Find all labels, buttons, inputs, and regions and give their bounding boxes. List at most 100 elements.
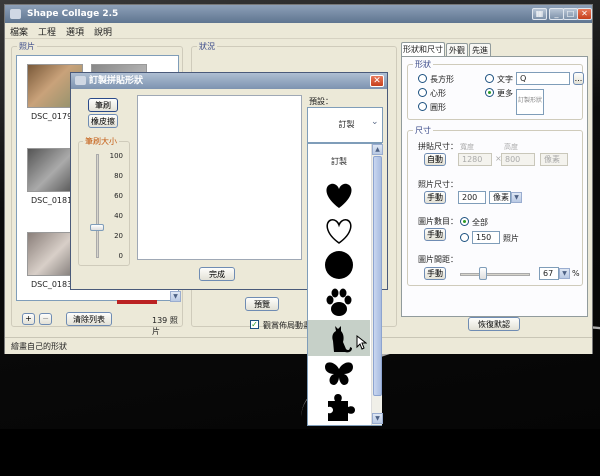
butterfly-shape[interactable] (322, 359, 356, 389)
circle-shape[interactable] (322, 250, 356, 280)
photo-thumbnail[interactable] (117, 300, 157, 304)
tab-appearance[interactable]: 外觀 (446, 43, 468, 57)
more-radio[interactable] (485, 88, 494, 97)
paw-shape[interactable] (322, 287, 356, 317)
spacing-unit: % (572, 269, 580, 278)
shape-label: 形狀 (413, 59, 433, 70)
more-label: 更多 (497, 89, 513, 98)
drawing-canvas[interactable] (137, 95, 302, 260)
shape-text-input[interactable]: Q (516, 72, 570, 85)
photo-size-label: 照片尺寸： (418, 180, 458, 189)
dropdown-scroll-up[interactable]: ▲ (372, 144, 383, 155)
text-radio[interactable] (485, 74, 494, 83)
spacing-slider-track (460, 273, 530, 276)
tab-advanced[interactable]: 先進 (469, 43, 491, 57)
dropdown-scroll-thumb[interactable] (373, 156, 382, 396)
photos-scroll-down[interactable]: ▼ (170, 291, 181, 302)
tick-label: 60 (114, 192, 123, 200)
photo-size-input[interactable]: 200 (458, 191, 486, 204)
menu-file[interactable]: 檔案 (5, 23, 33, 40)
menu-help[interactable]: 說明 (89, 23, 117, 40)
photo-count-input[interactable]: 150 (472, 231, 500, 244)
circle-radio[interactable] (418, 102, 427, 111)
collage-height-input[interactable]: 800 (501, 153, 535, 166)
minimize-button[interactable]: _ (549, 8, 564, 20)
spacing-slider-thumb[interactable] (478, 267, 487, 280)
status-label: 狀況 (197, 41, 217, 52)
menu-options[interactable]: 選項 (61, 23, 89, 40)
animate-label: 觀賞佈局動畫 (263, 321, 311, 330)
status-text: 繪畫自己的形狀 (11, 342, 67, 351)
photo-count-manual-button[interactable]: 手動 (424, 228, 446, 241)
dropdown-scrollbar[interactable]: ▲ ▼ (371, 144, 383, 425)
count-radio[interactable] (460, 233, 469, 242)
close-button[interactable]: ✕ (577, 8, 592, 20)
brush-size-track (96, 154, 99, 258)
tick-label: 100 (109, 152, 123, 160)
collage-size-label: 拼貼尺寸： (418, 142, 458, 151)
reset-defaults-button[interactable]: 恢復默認 (468, 317, 520, 331)
clear-list-button[interactable]: 清除列表 (66, 312, 112, 326)
puzzle-shape[interactable] (322, 392, 356, 422)
menu-bar: 檔案 工程 選項 說明 (5, 23, 592, 39)
photo-count-label: 圖片數目： (418, 217, 458, 226)
brush-button[interactable]: 筆刷 (88, 98, 118, 112)
photo-size-manual-button[interactable]: 手動 (424, 191, 446, 204)
collage-width-input[interactable]: 1280 (458, 153, 492, 166)
preview-button[interactable]: 預覽 (245, 297, 279, 311)
text-more-button[interactable]: ... (573, 72, 584, 85)
brush-size-group: 筆刷大小 100 80 60 40 20 0 (78, 136, 130, 266)
grid-icon[interactable]: ▦ (532, 8, 547, 20)
window-title: Shape Collage 2.5 (27, 9, 119, 19)
height-label: 高度 (504, 143, 518, 151)
dialog-title: 訂製拼貼形狀 (89, 76, 144, 86)
cat-shape[interactable] (322, 323, 356, 353)
done-button[interactable]: 完成 (199, 267, 235, 281)
preset-value: 訂製 (338, 120, 355, 129)
heart-shape[interactable] (322, 180, 356, 210)
heart-label: 心形 (430, 89, 446, 98)
spacing-dropdown-icon[interactable]: ▼ (559, 268, 570, 279)
spacing-manual-button[interactable]: 手動 (424, 267, 446, 280)
menu-project[interactable]: 工程 (33, 23, 61, 40)
spacing-input[interactable]: 67 (539, 267, 559, 280)
heart-radio[interactable] (418, 88, 427, 97)
dropdown-scroll-down[interactable]: ▼ (372, 413, 383, 424)
photos-label: 照片 (17, 41, 37, 52)
app-icon (10, 9, 21, 19)
preset-dropdown-list: 訂製 ▲ ▼ (307, 143, 383, 426)
photo-count: 139 照片 (152, 316, 178, 336)
brush-size-slider-thumb[interactable] (90, 224, 104, 231)
preset-label: 預設： (309, 97, 333, 106)
tick-label: 20 (114, 232, 123, 240)
spacing-label: 圖片間距： (418, 255, 458, 264)
heart-outline-shape[interactable] (322, 216, 356, 246)
dialog-close-button[interactable]: ✕ (370, 75, 384, 87)
tick-label: 80 (114, 172, 123, 180)
custom-shape-box[interactable]: 訂製形狀 (516, 89, 544, 115)
photo-unit-dropdown-icon[interactable]: ▼ (511, 192, 522, 203)
size-group: 尺寸 拼貼尺寸： 寬度 高度 自動 1280 × 800 像素 照片尺寸： 手動… (407, 125, 583, 286)
animate-checkbox[interactable]: ✓ (250, 320, 259, 329)
collage-unit-select[interactable]: 像素 (540, 153, 568, 166)
remove-photo-button[interactable]: − (39, 313, 52, 325)
eraser-button[interactable]: 橡皮擦 (88, 114, 118, 128)
add-photo-button[interactable]: + (22, 313, 35, 325)
brush-size-label: 筆刷大小 (83, 136, 119, 147)
status-bar: 繪畫自己的形狀 (5, 337, 592, 354)
collage-auto-button[interactable]: 自動 (424, 153, 446, 166)
photo-count-unit: 照片 (503, 234, 519, 243)
dropdown-item-custom[interactable]: 訂製 (308, 156, 370, 167)
rectangle-radio[interactable] (418, 74, 427, 83)
size-label: 尺寸 (413, 125, 433, 136)
text-label: 文字 (497, 75, 513, 84)
title-bar: Shape Collage 2.5 (5, 5, 592, 23)
photo-unit-select[interactable]: 像素 (489, 191, 511, 204)
tab-shape-size[interactable]: 形狀和尺寸 (401, 42, 445, 57)
tick-label: 40 (114, 212, 123, 220)
maximize-button[interactable]: □ (563, 8, 578, 20)
dialog-app-icon (75, 76, 86, 85)
preset-dropdown-icon[interactable]: ⌄ (371, 117, 379, 127)
all-photos-radio[interactable] (460, 217, 469, 226)
all-photos-label: 全部 (472, 218, 488, 227)
